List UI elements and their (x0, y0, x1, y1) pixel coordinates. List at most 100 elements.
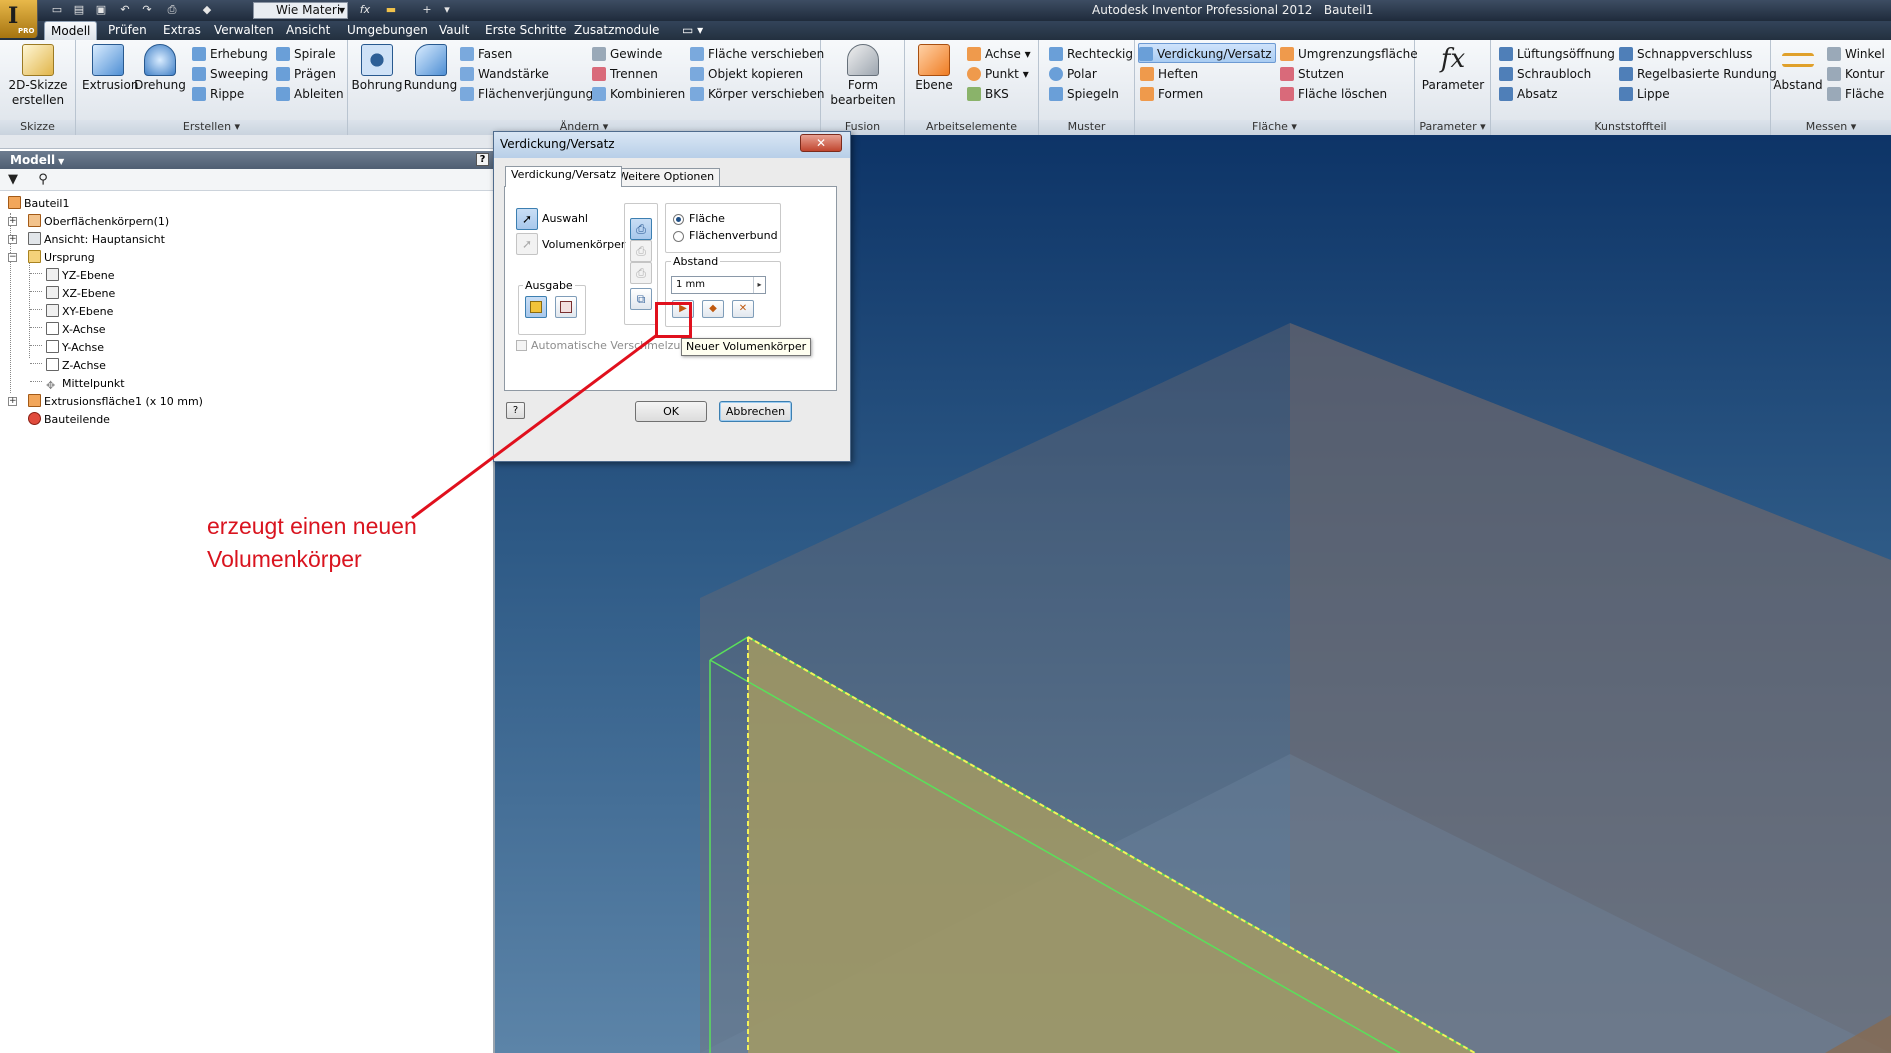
flaechenverjuengung-button[interactable]: Flächenverjüngung (460, 84, 593, 104)
find-icon[interactable]: ⚲ (35, 172, 51, 188)
tree-node-end-of-part[interactable]: Bauteilende (28, 411, 110, 429)
tree-node-x-axis[interactable]: X-Achse (46, 321, 106, 339)
new-solid-button[interactable]: ⧉ (630, 288, 652, 310)
tree-node-xy-plane[interactable]: XY-Ebene (46, 303, 113, 321)
spiegeln-button[interactable]: Spiegeln (1049, 84, 1119, 104)
expand-icon[interactable]: + (8, 217, 17, 226)
tree-node-origin[interactable]: − Ursprung (8, 249, 95, 267)
fx-icon[interactable]: fx (358, 3, 372, 17)
ok-button[interactable]: OK (635, 401, 707, 422)
drehung-button[interactable]: Drehung (134, 44, 186, 93)
save-icon[interactable]: ▣ (94, 3, 108, 17)
flaeche-loeschen-button[interactable]: Fläche löschen (1280, 84, 1387, 104)
print-icon[interactable]: ⎙ (165, 3, 179, 17)
distance-input[interactable]: 1 mm ▸ (671, 276, 766, 294)
output-solid-button[interactable] (525, 296, 547, 318)
rechteckig-button[interactable]: Rechteckig (1049, 44, 1133, 64)
material-combo[interactable]: Wie Materi ▼ (253, 2, 348, 19)
auto-merge-checkbox[interactable] (516, 340, 527, 351)
tab-modell[interactable]: Modell (44, 21, 98, 40)
browser-splitter[interactable] (0, 135, 495, 149)
tab-verwalten[interactable]: Verwalten (208, 21, 280, 40)
dialog-title-bar[interactable]: Verdickung/Versatz (494, 132, 850, 158)
tab-ansicht[interactable]: Ansicht (280, 21, 336, 40)
tree-node-center-point[interactable]: ✥ Mittelpunkt (46, 375, 125, 393)
tab-umgebungen[interactable]: Umgebungen (341, 21, 434, 40)
extrusion-button[interactable]: Extrusion (82, 44, 138, 93)
winkel-button[interactable]: Winkel (1827, 44, 1885, 64)
collapse-icon[interactable]: − (8, 253, 17, 262)
flip-symmetric-button[interactable]: ✕ (732, 300, 754, 318)
regelbasierte-rundung-button[interactable]: Regelbasierte Rundung (1619, 64, 1777, 84)
rundung-button[interactable]: Rundung (403, 44, 458, 93)
abstand-button[interactable]: Abstand (1772, 44, 1824, 93)
create-2d-sketch-button[interactable]: 2D-Skizze erstellen (6, 44, 70, 108)
new-file-icon[interactable]: ▭ (50, 3, 64, 17)
chevron-right-icon[interactable]: ▸ (753, 277, 765, 293)
tree-node-bauteil[interactable]: Bauteil1 (8, 195, 69, 213)
sweeping-button[interactable]: Sweeping (192, 64, 268, 84)
color-icon[interactable]: ▬ (384, 3, 398, 17)
tree-node-z-axis[interactable]: Z-Achse (46, 357, 106, 375)
heften-button[interactable]: Heften (1140, 64, 1198, 84)
messen-flaeche-button[interactable]: Fläche (1827, 84, 1884, 104)
ebene-button[interactable]: Ebene (911, 44, 957, 93)
direction-two-button[interactable]: ⎙ (630, 240, 652, 262)
stutzen-button[interactable]: Stutzen (1280, 64, 1344, 84)
punkt-button[interactable]: Punkt ▾ (967, 64, 1029, 84)
lueftungsoeffnung-button[interactable]: Lüftungsöffnung (1499, 44, 1615, 64)
ableiten-button[interactable]: Ableiten (276, 84, 344, 104)
update-icon[interactable]: ◆ (200, 3, 214, 17)
achse-button[interactable]: Achse ▾ (967, 44, 1031, 64)
koerper-verschieben-button[interactable]: Körper verschieben (690, 84, 825, 104)
kontur-button[interactable]: Kontur (1827, 64, 1884, 84)
tree-node-extrude-surface[interactable]: + Extrusionsfläche1 (x 10 mm) (8, 393, 203, 411)
verdickung-versatz-button[interactable]: Verdickung/Versatz (1138, 43, 1276, 63)
cancel-button[interactable]: Abbrechen (719, 401, 792, 422)
select-faces-button[interactable]: ➚ (516, 208, 538, 230)
objekt-kopieren-button[interactable]: Objekt kopieren (690, 64, 803, 84)
trennen-button[interactable]: Trennen (592, 64, 658, 84)
praegen-button[interactable]: Prägen (276, 64, 336, 84)
bks-button[interactable]: BKS (967, 84, 1009, 104)
erhebung-button[interactable]: Erhebung (192, 44, 268, 64)
lippe-button[interactable]: Lippe (1619, 84, 1670, 104)
chevron-down-icon[interactable]: ▾ (440, 3, 454, 17)
wandstaerke-button[interactable]: Wandstärke (460, 64, 549, 84)
undo-icon[interactable]: ↶ (118, 3, 132, 17)
tab-verdickung[interactable]: Verdickung/Versatz (505, 166, 623, 187)
tab-pruefen[interactable]: Prüfen (102, 21, 153, 40)
group-label-flaeche[interactable]: Fläche ▾ (1135, 120, 1414, 135)
group-label-erstellen[interactable]: Erstellen ▾ (76, 120, 347, 135)
tab-vault[interactable]: Vault (433, 21, 475, 40)
dialog-close-button[interactable]: ✕ (800, 134, 842, 152)
select-solid-button[interactable]: ➚ (516, 233, 538, 255)
expand-icon[interactable]: + (8, 235, 17, 244)
application-menu-button[interactable]: I PRO (0, 0, 38, 38)
dialog-help-button[interactable]: ? (506, 402, 525, 419)
umgrenzungsflaeche-button[interactable]: Umgrenzungsfläche (1280, 44, 1418, 64)
schnappverschluss-button[interactable]: Schnappverschluss (1619, 44, 1752, 64)
spirale-button[interactable]: Spirale (276, 44, 336, 64)
bohrung-button[interactable]: Bohrung (351, 44, 403, 93)
rippe-button[interactable]: Rippe (192, 84, 244, 104)
tree-node-y-axis[interactable]: Y-Achse (46, 339, 104, 357)
gewinde-button[interactable]: Gewinde (592, 44, 662, 64)
flip-direction-two-button[interactable]: ◆ (702, 300, 724, 318)
flaeche-verschieben-button[interactable]: Fläche verschieben (690, 44, 824, 64)
direction-one-button[interactable]: ⎙ (630, 218, 652, 240)
tree-node-yz-plane[interactable]: YZ-Ebene (46, 267, 114, 285)
absatz-button[interactable]: Absatz (1499, 84, 1557, 104)
group-label-parameter[interactable]: Parameter ▾ (1415, 120, 1490, 135)
expand-icon[interactable]: + (8, 397, 17, 406)
radio-flaechenverbund[interactable] (673, 231, 684, 242)
fasen-button[interactable]: Fasen (460, 44, 512, 64)
polar-button[interactable]: Polar (1049, 64, 1097, 84)
output-surface-button[interactable] (555, 296, 577, 318)
radio-flaeche[interactable] (673, 214, 684, 225)
kombinieren-button[interactable]: Kombinieren (592, 84, 685, 104)
tab-options-icon[interactable]: ▭ ▾ (676, 21, 709, 40)
tree-node-view[interactable]: + Ansicht: Hauptansicht (8, 231, 165, 249)
help-icon[interactable]: ? (476, 153, 489, 166)
form-bearbeiten-button[interactable]: Form bearbeiten (829, 44, 897, 108)
